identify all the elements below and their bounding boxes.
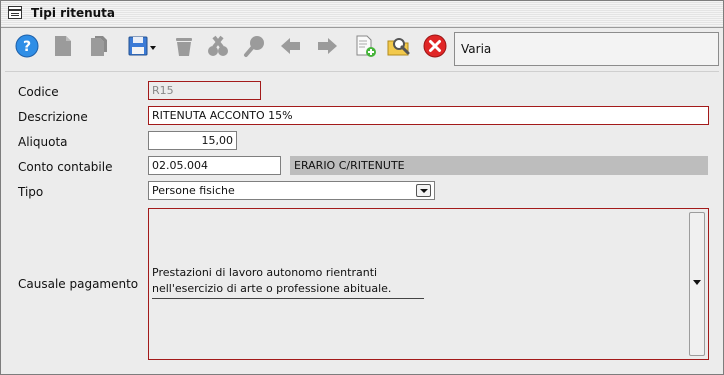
save-icon	[128, 36, 156, 56]
window-title: Tipi ritenuta	[31, 6, 116, 20]
causale-label: Causale pagamento	[18, 277, 139, 291]
form-panel: Codice R15 Descrizione RITENUTA ACCONTO …	[5, 71, 719, 371]
help-icon: ?	[15, 34, 39, 58]
arrow-right-icon	[318, 38, 337, 54]
new-document-icon	[55, 36, 71, 56]
add-document-icon	[356, 35, 376, 57]
open-search-button[interactable]	[386, 33, 412, 59]
conto-label: Conto contabile	[18, 160, 113, 174]
status-field: Varia	[454, 32, 719, 66]
previous-button[interactable]	[278, 33, 304, 59]
conto-field[interactable]: 02.05.004	[148, 156, 281, 175]
delete-icon	[176, 38, 192, 56]
folder-search-icon	[387, 38, 410, 56]
causale-text: Prestazioni di lavoro autonomo rientrant…	[152, 265, 424, 299]
search-button[interactable]	[242, 33, 268, 59]
new-button[interactable]	[50, 33, 76, 59]
toolbar: ? Varia	[5, 29, 721, 69]
duplicate-button[interactable]	[86, 33, 112, 59]
codice-field[interactable]: R15	[148, 81, 261, 100]
add-document-button[interactable]	[352, 33, 378, 59]
svg-text:?: ?	[23, 39, 31, 55]
title-bar[interactable]: Tipi ritenuta	[1, 1, 723, 28]
delete-button[interactable]	[171, 33, 197, 59]
scrollbar[interactable]	[689, 212, 705, 356]
chevron-down-icon[interactable]	[416, 184, 431, 197]
window-icon	[8, 6, 22, 19]
cut-icon	[208, 35, 228, 56]
tipo-selected-value: Persone fisiche	[152, 184, 235, 197]
save-button[interactable]	[127, 33, 157, 59]
status-value: Varia	[461, 42, 492, 56]
tipo-select[interactable]: Persone fisiche	[148, 181, 435, 200]
close-icon	[423, 34, 447, 58]
descrizione-label: Descrizione	[18, 110, 88, 124]
help-button[interactable]: ?	[14, 33, 40, 59]
tipo-label: Tipo	[18, 185, 44, 199]
aliquota-field[interactable]: 15,00	[148, 131, 237, 150]
cut-button[interactable]	[205, 33, 231, 59]
copy-document-icon	[91, 36, 107, 56]
codice-label: Codice	[18, 85, 59, 99]
causale-textarea[interactable]: Prestazioni di lavoro autonomo rientrant…	[148, 208, 709, 360]
next-button[interactable]	[314, 33, 340, 59]
main-window: Tipi ritenuta ? Varia Codice R15 Descriz…	[0, 0, 724, 375]
descrizione-field[interactable]: RITENUTA ACCONTO 15%	[148, 106, 709, 125]
scroll-down-icon[interactable]	[693, 280, 701, 285]
search-icon	[244, 36, 264, 57]
conto-description: ERARIO C/RITENUTE	[290, 156, 708, 175]
close-button[interactable]	[422, 33, 448, 59]
aliquota-label: Aliquota	[18, 135, 68, 149]
arrow-left-icon	[281, 38, 300, 54]
